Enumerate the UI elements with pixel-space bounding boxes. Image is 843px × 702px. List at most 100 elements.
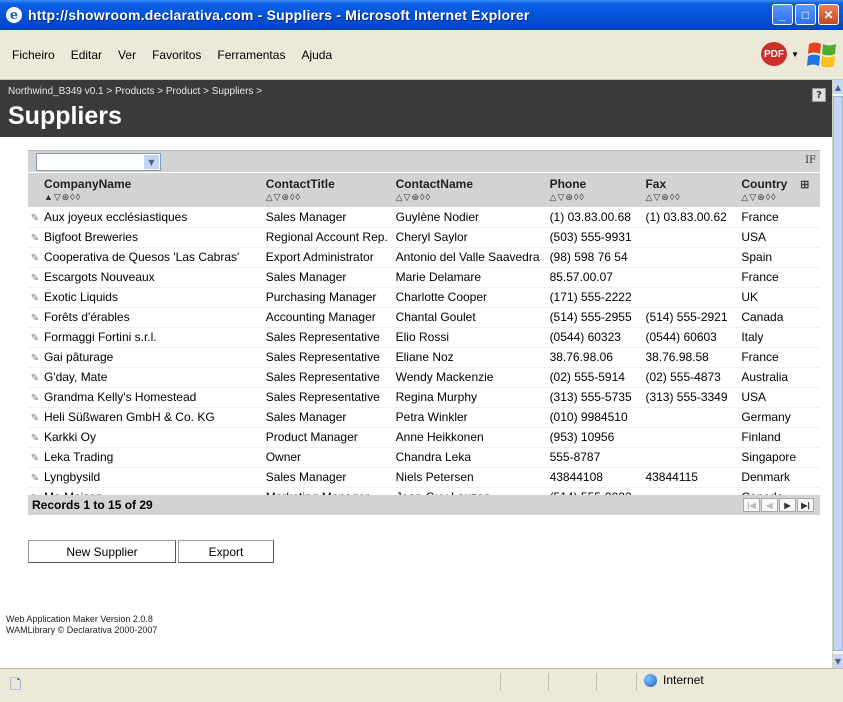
row-edit-cell[interactable]: ✎ bbox=[28, 447, 42, 468]
cell-companyname[interactable]: Grandma Kelly's Homestead bbox=[41, 387, 264, 408]
row-link-icon[interactable]: ✎ bbox=[31, 213, 39, 224]
close-button[interactable]: ✕ bbox=[818, 4, 839, 25]
menu-ficheiro[interactable]: Ficheiro bbox=[4, 48, 63, 62]
table-row[interactable]: ✎ Gai pâturage Sales Representative Eliane … bbox=[28, 347, 820, 368]
cell-companyname[interactable]: Karkki Oy bbox=[41, 427, 264, 448]
row-edit-cell[interactable]: ✎ bbox=[28, 207, 42, 228]
scroll-up-icon[interactable]: ▲ bbox=[833, 80, 843, 94]
menu-favoritos[interactable]: Favoritos bbox=[144, 48, 209, 62]
row-edit-cell[interactable]: ✎ bbox=[28, 467, 42, 488]
filter-select[interactable]: ▼ bbox=[36, 153, 161, 171]
scroll-thumb[interactable] bbox=[833, 96, 843, 651]
menu-ajuda[interactable]: Ajuda bbox=[293, 48, 340, 62]
column-header-label[interactable]: Fax bbox=[645, 177, 666, 191]
row-link-icon[interactable]: ✎ bbox=[31, 233, 39, 244]
table-row[interactable]: ✎ Grandma Kelly's Homestead Sales Represen… bbox=[28, 387, 820, 408]
row-link-icon[interactable]: ✎ bbox=[31, 433, 39, 444]
cell-companyname[interactable]: G'day, Mate bbox=[41, 367, 264, 388]
filter-if-label[interactable]: IF bbox=[805, 155, 816, 166]
sort-controls-icon[interactable]: ▲▽⊛◊◊ bbox=[44, 192, 262, 203]
column-header-contactname[interactable]: ContactName △▽⊛◊◊ bbox=[393, 173, 548, 207]
sort-controls-icon[interactable]: △▽⊛◊◊ bbox=[266, 192, 392, 203]
row-link-icon[interactable]: ✎ bbox=[31, 413, 39, 424]
chevron-down-icon[interactable]: ▼ bbox=[791, 50, 799, 59]
cell-companyname[interactable]: Forêts d'érables bbox=[41, 307, 264, 328]
cell-companyname[interactable]: Formaggi Fortini s.r.l. bbox=[41, 327, 264, 348]
row-edit-cell[interactable]: ✎ bbox=[28, 267, 42, 288]
cell-companyname[interactable]: Escargots Nouveaux bbox=[41, 267, 264, 288]
menu-ferramentas[interactable]: Ferramentas bbox=[209, 48, 293, 62]
table-row[interactable]: ✎ Bigfoot Breweries Regional Account Rep. C… bbox=[28, 227, 820, 248]
table-row[interactable]: ✎ Aux joyeux ecclésiastiques Sales Manager… bbox=[28, 207, 820, 228]
cell-companyname[interactable]: Aux joyeux ecclésiastiques bbox=[41, 207, 264, 228]
cell-companyname[interactable]: Bigfoot Breweries bbox=[41, 227, 264, 248]
vertical-scrollbar[interactable]: ▲ ▼ bbox=[832, 80, 843, 668]
maximize-button[interactable]: □ bbox=[795, 4, 816, 25]
export-button[interactable]: Export bbox=[178, 540, 274, 563]
row-edit-cell[interactable]: ✎ bbox=[28, 307, 42, 328]
help-icon[interactable]: ? bbox=[812, 88, 826, 102]
cell-companyname[interactable]: Gai pâturage bbox=[41, 347, 264, 368]
row-link-icon[interactable]: ✎ bbox=[31, 333, 39, 344]
row-edit-cell[interactable]: ✎ bbox=[28, 327, 42, 348]
menu-ver[interactable]: Ver bbox=[110, 48, 144, 62]
chevron-down-icon[interactable]: ▼ bbox=[144, 155, 159, 169]
row-edit-cell[interactable]: ✎ bbox=[28, 367, 42, 388]
last-page-icon[interactable]: ▶| bbox=[797, 498, 814, 512]
sort-controls-icon[interactable]: △▽⊛◊◊ bbox=[741, 192, 796, 203]
column-header-companyname[interactable]: CompanyName ▲▽⊛◊◊ bbox=[41, 173, 264, 207]
cell-companyname[interactable]: Cooperativa de Quesos 'Las Cabras' bbox=[41, 247, 264, 268]
table-row[interactable]: ✎ Karkki Oy Product Manager Anne Heikkonen(… bbox=[28, 427, 820, 448]
table-row[interactable]: ✎ Leka Trading Owner Chandra Leka 555-8787 Si… bbox=[28, 447, 820, 468]
row-edit-cell[interactable]: ✎ bbox=[28, 427, 42, 448]
row-edit-cell[interactable]: ✎ bbox=[28, 287, 42, 308]
table-row[interactable]: ✎ Cooperativa de Quesos 'Las Cabras' Expor… bbox=[28, 247, 820, 268]
new-supplier-button[interactable]: New Supplier bbox=[28, 540, 176, 563]
row-link-icon[interactable]: ✎ bbox=[31, 253, 39, 264]
column-header-label[interactable]: Country bbox=[741, 177, 787, 191]
table-row[interactable]: ✎ Escargots Nouveaux Sales Manager Marie De… bbox=[28, 267, 820, 288]
table-row[interactable]: ✎ Lyngbysild Sales Manager Niels Petersen 43… bbox=[28, 467, 820, 488]
row-link-icon[interactable]: ✎ bbox=[31, 473, 39, 484]
menu-editar[interactable]: Editar bbox=[63, 48, 110, 62]
table-row[interactable]: ✎ Heli Süßwaren GmbH & Co. KG Sales Manage… bbox=[28, 407, 820, 428]
cell-companyname[interactable]: Exotic Liquids bbox=[41, 287, 264, 308]
row-edit-cell[interactable]: ✎ bbox=[28, 227, 42, 248]
prev-page-icon[interactable]: ◀ bbox=[761, 498, 778, 512]
sort-controls-icon[interactable]: △▽⊛◊◊ bbox=[645, 192, 737, 203]
column-header-contacttitle[interactable]: ContactTitle △▽⊛◊◊ bbox=[263, 173, 394, 207]
table-row[interactable]: ✎ Exotic Liquids Purchasing Manager Charlot… bbox=[28, 287, 820, 308]
pdf-icon[interactable]: PDF bbox=[761, 42, 787, 66]
row-link-icon[interactable]: ✎ bbox=[31, 313, 39, 324]
cell-companyname[interactable]: Leka Trading bbox=[41, 447, 264, 468]
row-edit-cell[interactable]: ✎ bbox=[28, 387, 42, 408]
row-link-icon[interactable]: ✎ bbox=[31, 293, 39, 304]
column-header-label[interactable]: ContactTitle bbox=[266, 177, 335, 191]
row-link-icon[interactable]: ✎ bbox=[31, 393, 39, 404]
row-link-icon[interactable]: ✎ bbox=[31, 353, 39, 364]
column-header-label[interactable]: Phone bbox=[550, 177, 587, 191]
row-edit-cell[interactable]: ✎ bbox=[28, 347, 42, 368]
column-settings-icon[interactable]: ⊞ bbox=[800, 179, 809, 191]
sort-controls-icon[interactable]: △▽⊛◊◊ bbox=[550, 192, 642, 203]
sort-controls-icon[interactable]: △▽⊛◊◊ bbox=[396, 192, 546, 203]
row-edit-cell[interactable]: ✎ bbox=[28, 247, 42, 268]
first-page-icon[interactable]: |◀ bbox=[743, 498, 760, 512]
table-row[interactable]: ✎ Forêts d'érables Accounting Manager Chant… bbox=[28, 307, 820, 328]
column-header-country[interactable]: Country △▽⊛◊◊ bbox=[739, 173, 799, 207]
minimize-button[interactable]: _ bbox=[772, 4, 793, 25]
table-row[interactable]: ✎ Formaggi Fortini s.r.l. Sales Representa… bbox=[28, 327, 820, 348]
row-edit-cell[interactable]: ✎ bbox=[28, 407, 42, 428]
column-header-label[interactable]: CompanyName bbox=[44, 177, 131, 191]
next-page-icon[interactable]: ▶ bbox=[779, 498, 796, 512]
scroll-down-icon[interactable]: ▼ bbox=[833, 654, 843, 668]
row-link-icon[interactable]: ✎ bbox=[31, 273, 39, 284]
column-header-fax[interactable]: Fax △▽⊛◊◊ bbox=[643, 173, 740, 207]
column-header-phone[interactable]: Phone △▽⊛◊◊ bbox=[547, 173, 644, 207]
table-row[interactable]: ✎ G'day, Mate Sales Representative Wendy Ma… bbox=[28, 367, 820, 388]
column-header-label[interactable]: ContactName bbox=[396, 177, 473, 191]
row-link-icon[interactable]: ✎ bbox=[31, 373, 39, 384]
cell-companyname[interactable]: Lyngbysild bbox=[41, 467, 264, 488]
breadcrumb[interactable]: Northwind_B349 v0.1 > Products > Product… bbox=[8, 86, 262, 97]
row-link-icon[interactable]: ✎ bbox=[31, 453, 39, 464]
